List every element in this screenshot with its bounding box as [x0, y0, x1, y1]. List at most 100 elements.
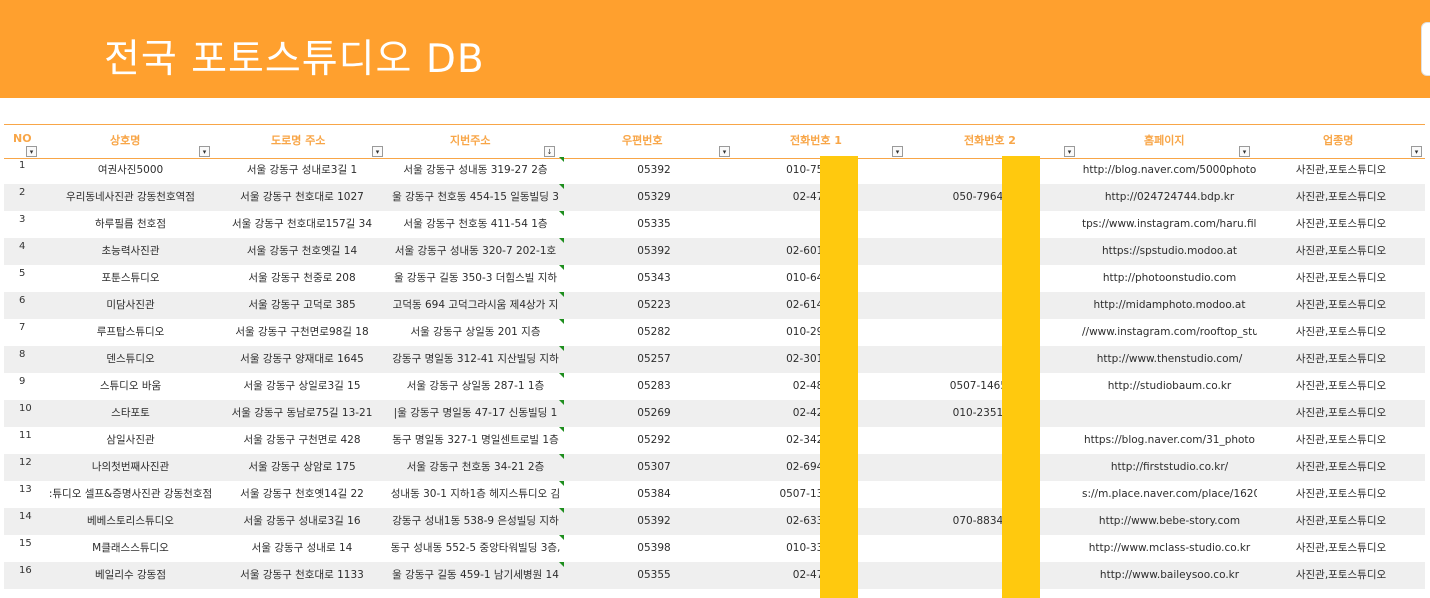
table-row[interactable]: 1 여권사진5000 서울 강동구 성내로3길 1 서울 강동구 성내동 319-27…: [4, 157, 1425, 184]
cell-road[interactable]: 서울 강동구 구천면로 428: [217, 427, 387, 454]
cell-name[interactable]: 루프탑스튜디오: [44, 319, 217, 346]
cell-name[interactable]: 스튜디오 바움: [44, 373, 217, 400]
cell-tel1[interactable]: 02-3013: [744, 346, 830, 373]
cell-lot[interactable]: 강동구 성내1동 538-9 은성빌딩 지하: [387, 508, 564, 535]
table-row[interactable]: 7 루프탑스튜디오 서울 강동구 구천면로98길 18 서울 강동구 상일동 201 …: [4, 319, 1425, 346]
cell-biz[interactable]: 사진관,포토스튜디오: [1257, 184, 1425, 211]
cell-road[interactable]: 서울 강동구 천호대로 1133: [217, 562, 387, 589]
cell-lot[interactable]: 서울 강동구 천호동 411-54 1층: [387, 211, 564, 238]
cell-no[interactable]: 7: [19, 319, 25, 337]
cell-lot[interactable]: 고덕동 694 고덕그라시움 제4상가 지: [387, 292, 564, 319]
cell-web[interactable]: http://blog.naver.com/5000photo: [1082, 157, 1257, 184]
cell-web[interactable]: http://studiobaum.co.kr: [1082, 373, 1257, 400]
cell-biz[interactable]: 사진관,포토스튜디오: [1257, 454, 1425, 481]
cell-name[interactable]: 하루필름 천호점: [44, 211, 217, 238]
cell-name[interactable]: 우리동네사진관 강동천호역점: [44, 184, 217, 211]
table-row[interactable]: 9 스튜디오 바움 서울 강동구 상일로3길 15 서울 강동구 상일동 287-1 …: [4, 373, 1425, 400]
cell-tel1[interactable]: 010-648: [744, 265, 830, 292]
cell-road[interactable]: 서울 강동구 천호옛길 14: [217, 238, 387, 265]
cell-tel1[interactable]: 02-6338: [744, 508, 830, 535]
cell-road[interactable]: 서울 강동구 상일로3길 15: [217, 373, 387, 400]
filter-dropdown-icon[interactable]: ▾: [26, 146, 37, 157]
cell-name[interactable]: M클래스스튜디오: [44, 535, 217, 562]
cell-zip[interactable]: 05392: [564, 238, 744, 265]
cell-no[interactable]: 16: [19, 562, 32, 580]
cell-lot[interactable]: 동구 성내동 552-5 중앙타워빌딩 3층,: [387, 535, 564, 562]
cell-name[interactable]: 스타포토: [44, 400, 217, 427]
table-row[interactable]: 12 나의첫번째사진관 서울 강동구 상암로 175 서울 강동구 천호동 34-21…: [4, 454, 1425, 481]
cell-name[interactable]: 초능력사진관: [44, 238, 217, 265]
cell-tel1[interactable]: 0507-134: [744, 481, 830, 508]
cell-web[interactable]: http://www.baileysoo.co.kr: [1082, 562, 1257, 589]
cell-web[interactable]: http://firststudio.co.kr/: [1082, 454, 1257, 481]
cell-tel2[interactable]: [909, 292, 1007, 319]
cell-road[interactable]: 서울 강동구 성내로3길 1: [217, 157, 387, 184]
cell-tel2[interactable]: [909, 454, 1007, 481]
cell-tel1[interactable]: 010-296: [744, 319, 830, 346]
cell-road[interactable]: 서울 강동구 양재대로 1645: [217, 346, 387, 373]
cell-web[interactable]: [1082, 400, 1257, 427]
cell-tel2[interactable]: 070-8834-: [909, 508, 1007, 535]
cell-zip[interactable]: 05257: [564, 346, 744, 373]
cell-tel2[interactable]: [909, 238, 1007, 265]
cell-web[interactable]: s://m.place.naver.com/place/162073(: [1082, 481, 1257, 508]
cell-tel1[interactable]: 02-481: [744, 373, 830, 400]
table-row[interactable]: 10 스타포토 서울 강동구 동남로75길 13-21 |울 강동구 명일동 47-1…: [4, 400, 1425, 427]
cell-zip[interactable]: 05343: [564, 265, 744, 292]
table-row[interactable]: 3 하루필름 천호점 서울 강동구 천호대로157길 34 서울 강동구 천호동 41…: [4, 211, 1425, 238]
cell-lot[interactable]: 서울 강동구 천호동 34-21 2층: [387, 454, 564, 481]
cell-zip[interactable]: 05384: [564, 481, 744, 508]
cell-tel2[interactable]: [909, 157, 1007, 184]
filter-dropdown-icon[interactable]: ▾: [199, 146, 210, 157]
cell-lot[interactable]: 서울 강동구 상일동 201 지층: [387, 319, 564, 346]
cell-biz[interactable]: 사진관,포토스튜디오: [1257, 373, 1425, 400]
cell-tel1[interactable]: 02-428: [744, 400, 830, 427]
cell-no[interactable]: 9: [19, 373, 25, 391]
cell-tel2[interactable]: [909, 346, 1007, 373]
cell-no[interactable]: 4: [19, 238, 25, 256]
cell-no[interactable]: 2: [19, 184, 25, 202]
cell-name[interactable]: 덴스튜디오: [44, 346, 217, 373]
cell-biz[interactable]: 사진관,포토스튜디오: [1257, 238, 1425, 265]
cell-lot[interactable]: 울 강동구 길동 459-1 남기세병원 14: [387, 562, 564, 589]
filter-dropdown-icon[interactable]: ▾: [372, 146, 383, 157]
table-row[interactable]: 11 삼일사진관 서울 강동구 구천면로 428 동구 명일동 327-1 명일센트로…: [4, 427, 1425, 454]
cell-no[interactable]: 10: [19, 400, 32, 418]
cell-biz[interactable]: 사진관,포토스튜디오: [1257, 211, 1425, 238]
cell-road[interactable]: 서울 강동구 성내로3길 16: [217, 508, 387, 535]
cell-web[interactable]: http://www.mclass-studio.co.kr: [1082, 535, 1257, 562]
cell-tel2[interactable]: [909, 319, 1007, 346]
table-row[interactable]: 2 우리동네사진관 강동천호역점 서울 강동구 천호대로 1027 울 강동구 천호동…: [4, 184, 1425, 211]
sort-filter-icon[interactable]: ↓: [544, 146, 555, 157]
cell-web[interactable]: http://photoonstudio.com: [1082, 265, 1257, 292]
cell-road[interactable]: 서울 강동구 동남로75길 13-21: [217, 400, 387, 427]
cell-name[interactable]: 여권사진5000: [44, 157, 217, 184]
cell-road[interactable]: 서울 강동구 고덕로 385: [217, 292, 387, 319]
filter-dropdown-icon[interactable]: ▾: [892, 146, 903, 157]
filter-dropdown-icon[interactable]: ▾: [1239, 146, 1250, 157]
cell-zip[interactable]: 05223: [564, 292, 744, 319]
cell-road[interactable]: 서울 강동구 천중로 208: [217, 265, 387, 292]
cell-tel2[interactable]: [909, 265, 1007, 292]
cell-name[interactable]: 삼일사진관: [44, 427, 217, 454]
cell-biz[interactable]: 사진관,포토스튜디오: [1257, 508, 1425, 535]
cell-web[interactable]: http://www.bebe-story.com: [1082, 508, 1257, 535]
cell-lot[interactable]: |울 강동구 명일동 47-17 신동빌딩 1: [387, 400, 564, 427]
cell-web[interactable]: http://midamphoto.modoo.at: [1082, 292, 1257, 319]
cell-web[interactable]: https://spstudio.modoo.at: [1082, 238, 1257, 265]
cell-name[interactable]: :튜디오 셀프&증명사진관 강동천호점: [44, 481, 217, 508]
cell-tel2[interactable]: 010-2351-: [909, 400, 1007, 427]
cell-tel2[interactable]: [909, 481, 1007, 508]
cell-lot[interactable]: 동구 명일동 327-1 명일센트로빌 1층: [387, 427, 564, 454]
cell-biz[interactable]: 사진관,포토스튜디오: [1257, 400, 1425, 427]
cell-road[interactable]: 서울 강동구 천호대로157길 34: [217, 211, 387, 238]
filter-dropdown-icon[interactable]: ▾: [719, 146, 730, 157]
cell-zip[interactable]: 05269: [564, 400, 744, 427]
cell-zip[interactable]: 05292: [564, 427, 744, 454]
cell-name[interactable]: 나의첫번째사진관: [44, 454, 217, 481]
cell-no[interactable]: 6: [19, 292, 25, 310]
cell-no[interactable]: 14: [19, 508, 32, 526]
cell-road[interactable]: 서울 강동구 천호옛14길 22: [217, 481, 387, 508]
cell-tel2[interactable]: [909, 427, 1007, 454]
cell-lot[interactable]: 성내동 30-1 지하1층 헤지스튜디오 김: [387, 481, 564, 508]
